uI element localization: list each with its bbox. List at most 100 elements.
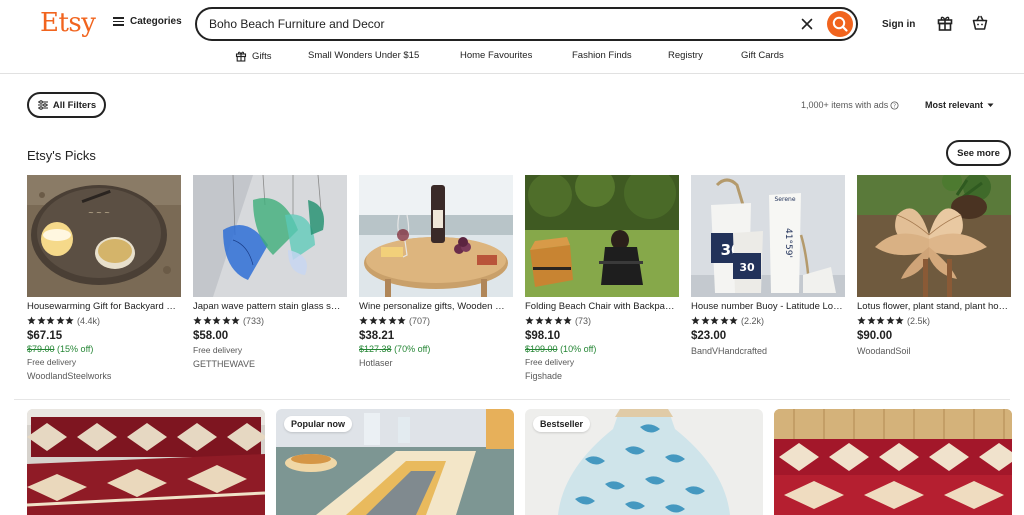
listing-title: Lotus flower, plant stand, plant holder [857,301,1009,312]
clear-search-icon[interactable] [798,15,816,33]
info-icon[interactable]: ? [890,100,899,110]
listing-card[interactable]: Popular now [276,409,514,515]
product-image [359,175,513,297]
listing-card[interactable]: Lotus flower, plant stand, plant holder … [857,175,1011,356]
listing-title: House number Buoy - Latitude Longitude [691,301,843,312]
original-price-row: $109.00 (10% off) [525,344,679,354]
gift-icon [235,51,247,62]
star-rating-icon [691,316,738,325]
price: $98.10 [525,330,561,342]
results-text: 1,000+ items with ads [801,100,889,110]
nav-registry[interactable]: Registry [668,50,703,61]
shop-name[interactable]: Figshade [525,371,679,381]
listing-card[interactable]: Japan wave pattern stain glass suncatche… [193,175,347,369]
listing-title: Folding Beach Chair with Backpack Straps [525,301,677,312]
listing-card[interactable] [27,409,265,515]
cart-icon[interactable] [971,14,989,32]
shop-name[interactable]: GETTHEWAVE [193,359,347,369]
nav-gift-cards[interactable]: Gift Cards [741,50,784,61]
product-image: ~ ~ ~ [27,175,181,297]
product-image: 30 30 Serene 41°59' [691,175,845,297]
product-image [27,409,265,515]
star-rating-icon [857,316,904,325]
price: $23.00 [691,330,727,342]
categories-label: Categories [130,16,182,27]
original-price-row: $79.00 (15% off) [27,344,181,354]
listing-card[interactable]: Wine personalize gifts, Wooden wine tabl… [359,175,513,368]
star-rating-icon [525,316,572,325]
price: $90.00 [857,330,893,342]
nav-label: Fashion Finds [572,50,632,61]
rating: (73) [525,315,679,326]
section-title: Etsy's Picks [27,148,96,163]
see-more-button[interactable]: See more [946,140,1011,166]
svg-text:~ ~ ~: ~ ~ ~ [88,209,110,217]
nav-label: Small Wonders Under $15 [308,50,420,61]
nav-label: Gifts [252,50,272,62]
delivery-info: Free delivery [27,357,77,367]
all-filters-button[interactable]: All Filters [27,92,106,118]
sort-label: Most relevant [925,100,984,110]
search-input[interactable] [209,15,789,33]
listing-title: Japan wave pattern stain glass suncatche… [193,301,345,312]
shop-name[interactable]: Hotlaser [359,358,513,368]
sign-in-link[interactable]: Sign in [882,19,915,30]
listing-card[interactable]: ~ ~ ~ Housewarming Gift for Backyard Fir… [27,175,181,381]
listing-card[interactable]: Bestseller [525,409,763,515]
categories-button[interactable]: Categories [113,16,182,27]
shop-name[interactable]: BandVHandcrafted [691,346,845,356]
shop-name[interactable]: WoodlandSteelworks [27,371,181,381]
nav-label: Home Favourites [460,50,533,61]
rating-count: (73) [575,315,592,326]
nav-fashion-finds[interactable]: Fashion Finds [572,50,632,61]
discount: (10% off) [560,344,597,354]
buoy-name: Serene [774,196,795,203]
nav-label: Registry [668,50,703,61]
price: $67.15 [27,330,63,342]
delivery-info: Free delivery [525,357,575,367]
sort-dropdown[interactable]: Most relevant [925,100,994,110]
star-rating-icon [27,316,74,325]
rating-count: (4.4k) [77,315,101,326]
original-price: $127.38 [359,344,392,354]
popular-badge: Popular now [284,416,352,432]
gift-icon[interactable] [936,14,954,32]
search-bar [195,7,858,41]
search-icon [832,16,848,32]
buoy-coordinates: 41°59' [783,228,793,258]
listing-card[interactable]: 30 30 Serene 41°59' House number Buoy - … [691,175,845,356]
rating: (4.4k) [27,315,181,326]
delivery-info: Free delivery [193,345,243,355]
rating-count: (733) [243,315,265,326]
original-price-row: $127.38 (70% off) [359,344,513,354]
star-rating-icon [359,316,406,325]
original-price: $109.00 [525,344,558,354]
rating: (2.5k) [857,315,1011,326]
section-divider [14,399,1010,400]
rating-count: (707) [409,315,431,326]
bestseller-badge: Bestseller [533,416,591,432]
nav-small-wonders[interactable]: Small Wonders Under $15 [308,50,419,61]
price: $38.21 [359,330,395,342]
rating: (733) [193,315,347,326]
product-image [857,175,1011,297]
discount: (15% off) [57,344,94,354]
shop-name[interactable]: WoodandSoil [857,346,1011,356]
rating: (2.2k) [691,315,845,326]
original-price: $79.00 [27,344,55,354]
all-filters-label: All Filters [52,99,97,111]
nav-gifts[interactable]: Gifts [235,50,272,62]
listing-card[interactable] [774,409,1012,515]
svg-text:?: ? [893,103,896,109]
nav-label: Gift Cards [741,50,784,61]
listing-card[interactable]: Folding Beach Chair with Backpack Straps… [525,175,679,381]
filter-sliders-icon [37,100,48,110]
results-count: 1,000+ items with ads ? [801,100,899,110]
star-rating-icon [193,316,240,325]
search-button[interactable] [827,11,853,37]
listing-title: Wine personalize gifts, Wooden wine tabl… [359,301,511,312]
listing-title: Housewarming Gift for Backyard Fire Pit … [27,301,179,312]
etsy-logo[interactable]: Etsy [40,8,96,38]
hamburger-icon [113,17,124,26]
nav-home-favourites[interactable]: Home Favourites [460,50,532,61]
